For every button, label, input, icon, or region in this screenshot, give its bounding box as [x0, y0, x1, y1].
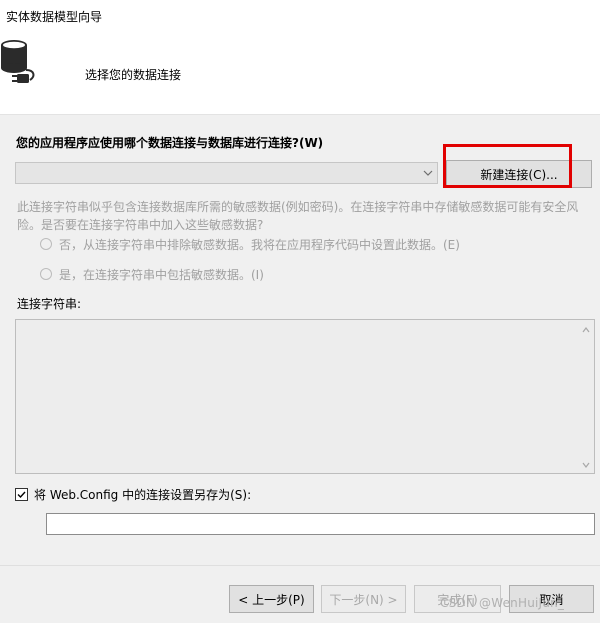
connection-string-textarea[interactable]: [15, 319, 595, 474]
radio-include-label: 是，在连接字符串中包括敏感数据。(I): [59, 267, 264, 282]
save-checkbox[interactable]: [15, 487, 28, 501]
watermark-text: CSDN @WenHuiJun_: [440, 596, 565, 610]
connection-name-input[interactable]: [46, 513, 595, 535]
next-button[interactable]: 下一步(N) >: [321, 585, 406, 613]
database-plug-icon: [0, 36, 48, 88]
previous-button[interactable]: < 上一步(P): [229, 585, 314, 613]
save-connection-option[interactable]: 将 Web.Config 中的连接设置另存为(S):: [15, 485, 251, 503]
connection-dropdown[interactable]: [15, 162, 438, 184]
window-title: 实体数据模型向导: [6, 10, 103, 24]
save-checkbox-label: 将 Web.Config 中的连接设置另存为(S):: [34, 487, 252, 502]
chevron-down-icon: [422, 167, 434, 179]
sensitive-data-note: 此连接字符串似乎包含连接数据库所需的敏感数据(例如密码)。在连接字符串中存储敏感…: [17, 200, 579, 232]
radio-exclude-label: 否，从连接字符串中排除敏感数据。我将在应用程序代码中设置此数据。(E): [59, 237, 460, 252]
title-bar: 实体数据模型向导: [0, 0, 600, 30]
connection-string-label: 连接字符串:: [17, 297, 82, 311]
new-connection-button[interactable]: 新建连接(C)...: [446, 160, 592, 188]
page-title: 选择您的数据连接: [85, 68, 182, 82]
connection-question-label: 您的应用程序应使用哪个数据连接与数据库进行连接?(W): [16, 136, 324, 150]
scroll-down-icon[interactable]: [581, 459, 591, 469]
scroll-up-icon[interactable]: [581, 324, 591, 334]
radio-include-sensitive[interactable]: 是，在连接字符串中包括敏感数据。(I): [40, 265, 264, 283]
radio-button[interactable]: [40, 268, 52, 280]
radio-exclude-sensitive[interactable]: 否，从连接字符串中排除敏感数据。我将在应用程序代码中设置此数据。(E): [40, 235, 460, 253]
radio-button[interactable]: [40, 238, 52, 250]
